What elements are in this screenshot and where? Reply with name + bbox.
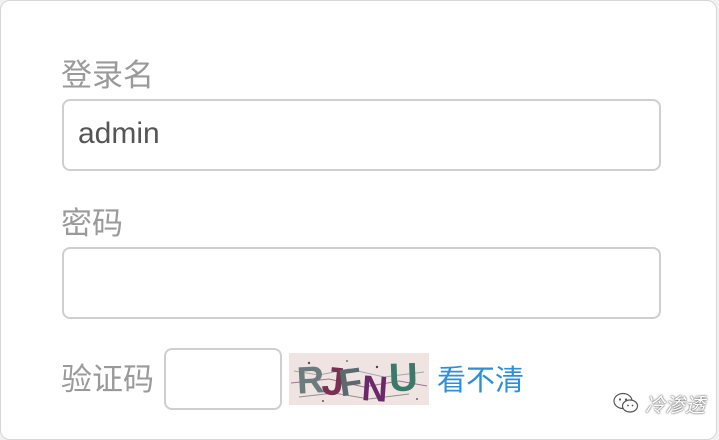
login-panel: 登录名 admin 密码 验证码 R J F N U 看不清 冷渗透	[0, 0, 717, 440]
captcha-refresh-link[interactable]: 看不清	[437, 360, 524, 400]
username-input[interactable]: admin	[62, 99, 661, 171]
svg-text:N: N	[360, 367, 389, 405]
watermark-text: 冷渗透	[645, 392, 705, 417]
password-input[interactable]	[62, 247, 661, 319]
captcha-label: 验证码	[61, 362, 154, 398]
captcha-image[interactable]: R J F N U	[289, 353, 429, 405]
captcha-graphic: R J F N U	[289, 353, 429, 405]
wechat-icon	[613, 392, 639, 413]
captcha-input[interactable]	[164, 348, 282, 410]
watermark: 冷渗透	[613, 388, 705, 418]
username-label: 登录名	[61, 58, 154, 94]
svg-text:U: U	[388, 355, 418, 400]
password-label: 密码	[61, 206, 123, 242]
